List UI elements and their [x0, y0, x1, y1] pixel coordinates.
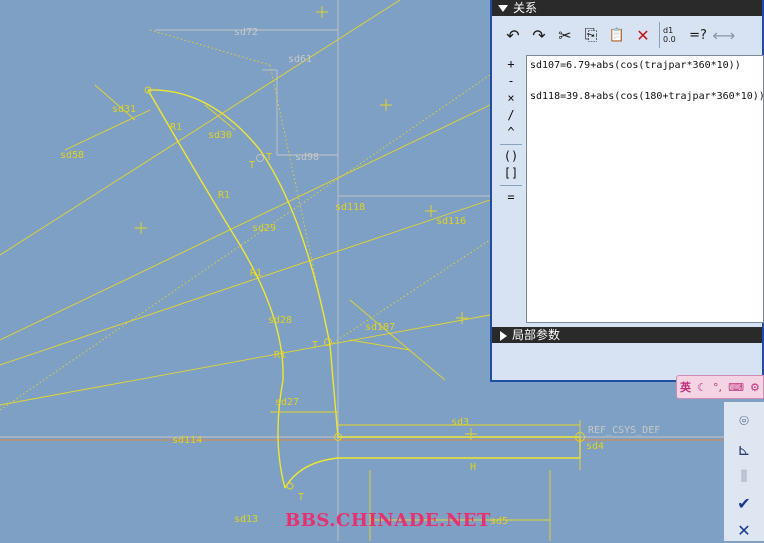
dim-sd118[interactable]: sd118	[335, 202, 365, 213]
ime-keyboard-icon[interactable]: ⌨	[728, 381, 744, 394]
dim-sd72[interactable]: sd72	[234, 27, 258, 38]
operator-plus[interactable]: +	[500, 56, 522, 73]
dim-h: H	[470, 462, 476, 473]
measure-button[interactable]: ⟷	[711, 22, 737, 48]
dim-sd107[interactable]: sd107	[365, 322, 395, 333]
evaluate-button[interactable]: =?	[685, 22, 711, 48]
relations-editor[interactable]: sd107=6.79+abs(cos(trajpar*360*10)) sd11…	[526, 55, 764, 323]
expand-icon[interactable]	[500, 330, 507, 341]
centerline	[0, 199, 491, 366]
dimension-line	[349, 299, 446, 381]
inner-profile[interactable]	[147, 89, 286, 489]
paste-button[interactable]: 📋	[604, 22, 630, 48]
operator-power[interactable]: ^	[500, 124, 522, 141]
dim-sd3[interactable]: sd3	[451, 417, 469, 428]
cut-button[interactable]: ✂	[552, 22, 578, 48]
dimension-line	[64, 109, 151, 151]
operator-multiply[interactable]: ×	[500, 90, 522, 107]
centerline	[0, 0, 401, 256]
operator-equals[interactable]: =	[500, 189, 522, 206]
ime-settings-icon[interactable]: ⚙	[750, 381, 760, 394]
dim-sd98[interactable]: sd98	[295, 152, 319, 163]
delete-button[interactable]: ✕	[630, 22, 656, 48]
tangent-label: T	[298, 492, 304, 503]
collapse-icon[interactable]	[498, 5, 508, 12]
dim-sd31[interactable]: sd31	[112, 104, 136, 115]
symmetric-tool-icon[interactable]: ⫴	[724, 464, 764, 490]
radius-label: R1	[218, 190, 230, 201]
dimension-line	[349, 339, 411, 351]
crosshair-markers	[135, 6, 477, 440]
dim-sd4[interactable]: sd4	[586, 441, 604, 452]
dim-sd28[interactable]: sd28	[268, 315, 292, 326]
confirm-icon[interactable]: ✔	[724, 490, 764, 516]
bottom-profile[interactable]	[284, 437, 581, 489]
redo-button[interactable]: ↷	[526, 22, 552, 48]
undo-button[interactable]: ↶	[500, 22, 526, 48]
tangent-label: T	[266, 152, 272, 163]
ime-punct-icon[interactable]: °,	[713, 381, 722, 394]
operator-separator	[500, 185, 522, 186]
operator-brackets[interactable]: []	[500, 165, 522, 182]
copy-button[interactable]: ⎘	[578, 22, 604, 48]
operator-divide[interactable]: /	[500, 107, 522, 124]
dim-sd116[interactable]: sd116	[436, 216, 466, 227]
dim-sd58[interactable]: sd58	[60, 150, 84, 161]
ime-language-label[interactable]: 英	[680, 379, 691, 395]
dim-sd114[interactable]: sd114	[172, 435, 202, 446]
relation-line[interactable]: sd107=6.79+abs(cos(trajpar*360*10))	[530, 60, 760, 71]
local-params-title: 局部参数	[512, 328, 561, 342]
relations-title-bar[interactable]: 关系	[492, 0, 762, 16]
radius-label: R1	[274, 350, 286, 361]
operator-minus[interactable]: -	[500, 73, 522, 90]
relation-line[interactable]: sd118=39.8+abs(cos(180+trajpar*360*10))	[530, 91, 764, 102]
dim-sd29[interactable]: sd29	[252, 223, 276, 234]
forum-watermark: BBS.CHINADE.NET	[285, 510, 491, 531]
cancel-icon[interactable]: ✕	[724, 517, 764, 543]
dim-sd61[interactable]: sd61	[288, 54, 312, 65]
relations-title: 关系	[513, 1, 538, 15]
relations-panel: 关系 ↶ ↷ ✂ ⎘ 📋 ✕ d1 0.0 =? ⟷ + - × / ^ () …	[490, 0, 764, 382]
view-orient-icon[interactable]: ⌾	[724, 408, 764, 434]
dim-sd13[interactable]: sd13	[234, 514, 258, 525]
radius-label: R1	[250, 268, 262, 279]
constraint-tool-icon[interactable]: ⊾	[724, 436, 764, 462]
dimension-line	[204, 104, 236, 131]
operator-bar: + - × / ^ () [] =	[500, 56, 522, 206]
dim-sd30[interactable]: sd30	[208, 130, 232, 141]
show-values-button[interactable]: d1 0.0	[663, 22, 685, 48]
ime-moon-icon[interactable]: ☾	[697, 381, 707, 394]
tangent-label: T	[312, 340, 318, 351]
tangent-label: T	[249, 160, 255, 171]
operator-parentheses[interactable]: ()	[500, 148, 522, 165]
csys-label: REF_CSYS_DEF	[588, 425, 660, 436]
ime-toolbar[interactable]: 英 ☾ °, ⌨ ⚙	[676, 375, 764, 399]
centerline	[0, 104, 491, 341]
dim-sd5[interactable]: sd5	[490, 516, 508, 527]
operator-separator	[500, 144, 522, 145]
relations-toolbar: ↶ ↷ ✂ ⎘ 📋 ✕ d1 0.0 =? ⟷	[500, 20, 762, 50]
radius-label: R1	[170, 122, 182, 133]
dim-sd27[interactable]: sd27	[275, 397, 299, 408]
toolbar-separator	[659, 22, 660, 48]
local-params-header[interactable]: 局部参数	[492, 327, 762, 343]
sketch-right-toolbar: ⌾ ⊾ ⫴ ✔ ✕	[724, 402, 764, 541]
